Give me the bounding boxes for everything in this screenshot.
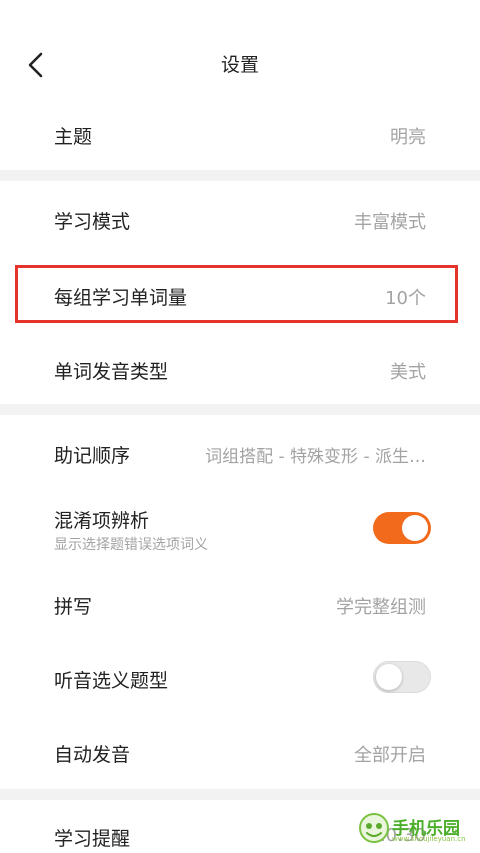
setting-label: 助记顺序 bbox=[54, 445, 131, 467]
watermark-url: www.shoujileyuan.cn bbox=[392, 835, 466, 843]
setting-value: 学完整组测 bbox=[336, 597, 426, 618]
leaf-logo-icon bbox=[359, 813, 389, 843]
section-divider bbox=[0, 170, 480, 181]
setting-row-mnemonic-order[interactable]: 助记顺序 词组搭配 - 特殊变形 - 派生… bbox=[0, 417, 480, 490]
setting-value: 丰富模式 bbox=[354, 212, 426, 233]
setting-row-study-mode[interactable]: 学习模式 丰富模式 bbox=[0, 183, 480, 256]
setting-row-spelling[interactable]: 拼写 学完整组测 bbox=[0, 567, 480, 641]
setting-label: 混淆项辨析 bbox=[54, 510, 150, 532]
confusable-toggle[interactable] bbox=[373, 512, 431, 544]
setting-label: 学习模式 bbox=[54, 211, 131, 233]
setting-row-auto-pronounce[interactable]: 自动发音 全部开启 bbox=[0, 715, 480, 789]
setting-description: 显示选择题错误选项词义 bbox=[54, 537, 208, 553]
setting-value: 词组搭配 - 特殊变形 - 派生… bbox=[205, 447, 426, 467]
setting-label: 听音选义题型 bbox=[54, 670, 169, 692]
toggle-knob bbox=[402, 515, 428, 541]
highlight-box bbox=[15, 265, 458, 323]
setting-label: 学习提醒 bbox=[54, 828, 131, 850]
listening-toggle[interactable] bbox=[373, 661, 431, 693]
setting-row-pronunciation[interactable]: 单词发音类型 美式 bbox=[0, 332, 480, 404]
page-title: 设置 bbox=[220, 54, 259, 76]
setting-row-theme[interactable]: 主题 明亮 bbox=[0, 100, 480, 170]
setting-row-confusable[interactable]: 混淆项辨析 显示选择题错误选项词义 bbox=[0, 492, 480, 566]
setting-label: 拼写 bbox=[54, 596, 93, 618]
toggle-knob bbox=[376, 664, 402, 690]
setting-label: 主题 bbox=[54, 126, 93, 148]
setting-label: 单词发音类型 bbox=[54, 361, 169, 383]
section-divider bbox=[0, 404, 480, 415]
setting-label: 自动发音 bbox=[54, 744, 131, 766]
setting-value: 明亮 bbox=[390, 127, 426, 148]
section-divider bbox=[0, 789, 480, 800]
setting-value: 美式 bbox=[390, 362, 426, 383]
setting-value: 全部开启 bbox=[354, 745, 426, 766]
setting-row-listening[interactable]: 听音选义题型 bbox=[0, 641, 480, 715]
watermark-logo: 手机乐园 www.shoujileyuan.cn bbox=[358, 811, 470, 845]
